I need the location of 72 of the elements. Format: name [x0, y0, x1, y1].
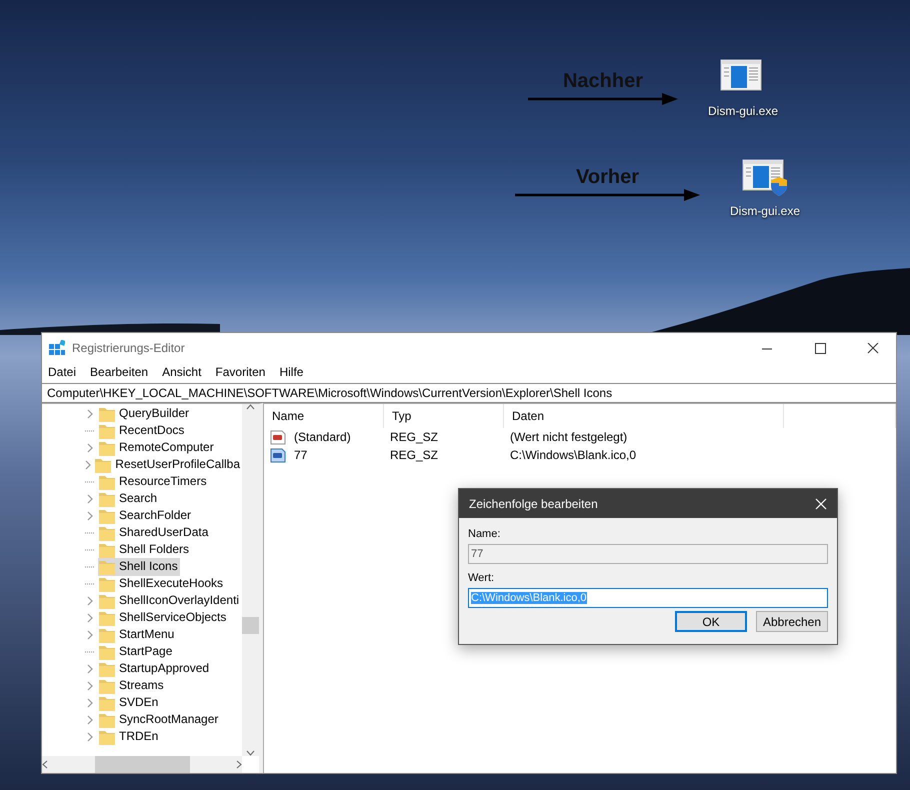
tree-item[interactable]: RemoteComputer — [98, 438, 216, 456]
chevron-right-icon[interactable] — [87, 714, 93, 724]
desktop-icon-label[interactable]: Dism-gui.exe — [708, 104, 778, 118]
column-header[interactable]: Typ — [384, 404, 504, 428]
tree-item[interactable]: SyncRootManager — [98, 710, 220, 728]
value-name[interactable]: (Standard) — [288, 430, 351, 444]
annotation-label: Vorher — [576, 166, 639, 189]
chevron-right-icon[interactable] — [87, 612, 93, 622]
tree-item[interactable]: SearchFolder — [98, 506, 194, 524]
tree-item[interactable]: ResourceTimers — [98, 472, 209, 490]
chevron-right-icon[interactable] — [87, 664, 93, 674]
dialog-title: Zeichenfolge bearbeiten — [469, 496, 598, 510]
tree-item[interactable]: Shell Folders — [98, 540, 192, 558]
column-header[interactable]: Daten — [504, 404, 784, 428]
registry-cubes-icon — [49, 340, 65, 356]
cancel-button[interactable]: Abbrechen — [756, 611, 828, 632]
chevron-right-icon[interactable] — [87, 510, 93, 520]
chevron-up-icon[interactable] — [246, 404, 255, 410]
annotation-label: Nachher — [562, 70, 644, 93]
tree-item[interactable]: Search — [98, 490, 160, 508]
menu-item[interactable]: Favoriten — [215, 365, 266, 379]
tree-item[interactable]: StartupApproved — [98, 660, 212, 678]
tree-item[interactable]: QueryBuilder — [98, 404, 192, 422]
chevron-right-icon[interactable] — [87, 698, 93, 708]
scrollbar-thumb[interactable] — [94, 756, 190, 773]
chevron-down-icon[interactable] — [246, 750, 255, 756]
chevron-right-icon[interactable] — [87, 732, 93, 742]
app-window-shield-icon[interactable] — [741, 158, 789, 198]
chevron-right-icon[interactable] — [87, 408, 93, 418]
menu-item[interactable]: Hilfe — [279, 365, 304, 379]
address-bar[interactable]: Computer\HKEY_LOCAL_MACHINE\SOFTWARE\Microsoft\Windows\CurrentVersion\Explorer\Shell Icons — [42, 383, 896, 403]
chevron-right-icon[interactable] — [87, 494, 93, 504]
value-type: REG_SZ — [389, 448, 440, 462]
menu-item[interactable]: Datei — [48, 365, 76, 379]
chevron-right-icon[interactable] — [236, 760, 242, 769]
tree-item[interactable]: RecentDocs — [98, 422, 186, 440]
tree-item[interactable]: Shell Icons — [98, 558, 180, 576]
tree-item[interactable]: SharedUserData — [98, 524, 210, 542]
chevron-right-icon[interactable] — [87, 630, 93, 640]
tree-item[interactable]: Streams — [98, 676, 166, 694]
value-data: (Wert nicht festgelegt) — [509, 430, 628, 444]
value-type: REG_SZ — [389, 430, 440, 444]
tree-item[interactable]: StartPage — [98, 642, 174, 660]
tree-item[interactable]: ResetUserProfileCallba — [94, 456, 242, 474]
scrollbar-thumb[interactable] — [242, 617, 259, 634]
ok-button[interactable]: OK — [675, 611, 747, 632]
value-name[interactable]: 77 — [288, 448, 308, 462]
desktop-icon-label[interactable]: Dism-gui.exe — [730, 204, 800, 218]
field-label: Wert: — [468, 572, 496, 584]
chevron-right-icon[interactable] — [87, 680, 93, 690]
menu-item[interactable]: Bearbeiten — [90, 365, 148, 379]
name-field[interactable]: 77 — [468, 544, 828, 564]
chevron-right-icon[interactable] — [87, 442, 93, 452]
close-icon[interactable] — [815, 498, 827, 510]
maximize-icon[interactable] — [812, 342, 828, 354]
tree-item[interactable]: ShellExecuteHooks — [98, 574, 226, 592]
chevron-right-icon[interactable] — [85, 460, 92, 470]
tree-item[interactable]: TRDEn — [98, 728, 160, 746]
column-header[interactable]: Name — [264, 404, 384, 428]
tree-item[interactable]: SVDEn — [98, 694, 160, 712]
chevron-right-icon[interactable] — [87, 596, 93, 606]
tree-item[interactable]: StartMenu — [98, 626, 176, 644]
horizontal-scrollbar[interactable] — [42, 756, 242, 773]
menu-item[interactable]: Ansicht — [162, 365, 202, 379]
chevron-left-icon[interactable] — [42, 760, 48, 769]
value-data: C:\Windows\Blank.ico,0 — [509, 448, 638, 462]
vertical-scrollbar[interactable] — [242, 404, 259, 756]
window-title: Registrierungs-Editor — [72, 341, 186, 355]
close-icon[interactable] — [865, 342, 881, 354]
tree-item[interactable]: ShellIconOverlayIdenti — [98, 592, 242, 610]
field-label: Name: — [468, 528, 502, 540]
tree-item[interactable]: ShellServiceObjects — [98, 608, 228, 626]
